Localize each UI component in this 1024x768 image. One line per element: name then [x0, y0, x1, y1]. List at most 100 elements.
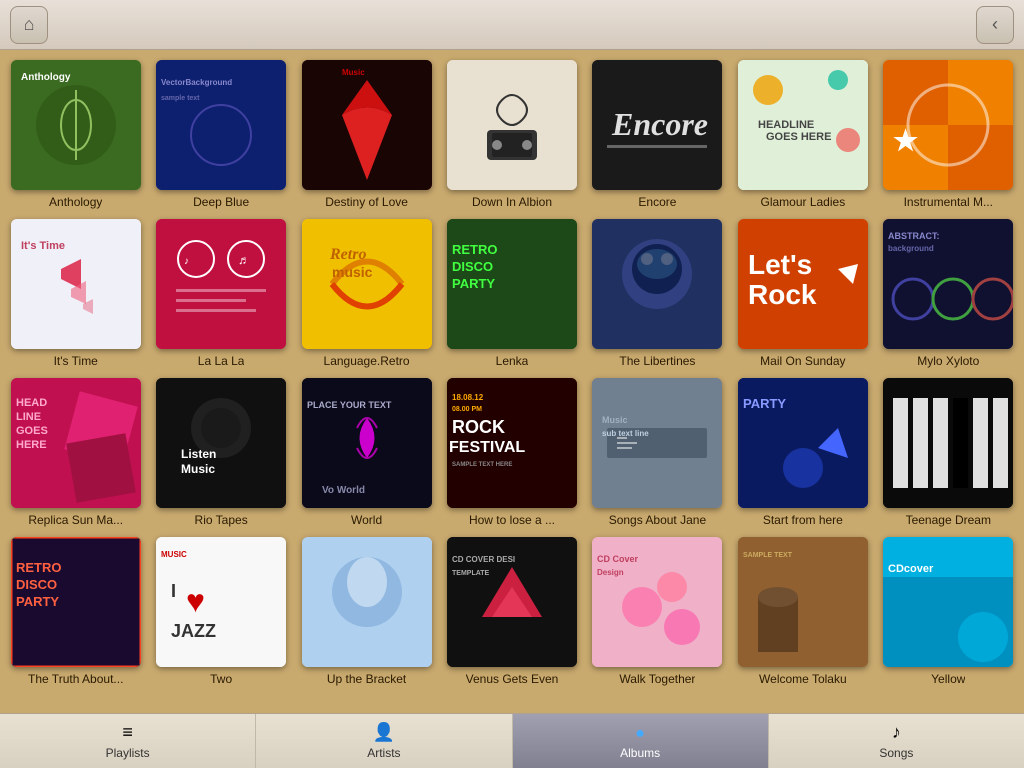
album-label-language: Language.Retro — [324, 354, 410, 368]
album-cover-teenage — [883, 378, 1013, 508]
svg-text:18.08.12: 18.08.12 — [452, 393, 484, 402]
album-cover-yellow: CDcover — [883, 537, 1013, 667]
album-item-glamour[interactable]: HEADLINE GOES HERE Glamour Ladies — [735, 60, 870, 209]
nav-item-playlists[interactable]: ≡ Playlists — [0, 714, 256, 768]
svg-text:Rock: Rock — [748, 279, 817, 310]
album-cover-instrumental: ★ — [883, 60, 1013, 190]
svg-text:sample text: sample text — [161, 95, 200, 102]
album-label-up-bracket: Up the Bracket — [327, 672, 406, 686]
album-label-two: Two — [210, 672, 232, 686]
svg-text:PARTY: PARTY — [452, 276, 495, 291]
album-label-its-time: It's Time — [54, 354, 98, 368]
album-item-rock-festival[interactable]: 18.08.12 08.00 PM ROCK FESTIVAL SAMPLE T… — [444, 378, 579, 527]
svg-text:FESTIVAL: FESTIVAL — [449, 439, 525, 456]
svg-text:PARTY: PARTY — [16, 594, 59, 609]
album-label-yellow: Yellow — [931, 672, 965, 686]
album-item-libertines[interactable]: The Libertines — [590, 219, 725, 368]
album-item-instrumental[interactable]: ★ Instrumental M... — [881, 60, 1016, 209]
svg-text:DISCO: DISCO — [452, 259, 493, 274]
album-item-venus[interactable]: CD COVER DESI TEMPLATE Venus Gets Even — [444, 537, 579, 686]
svg-text:ROCK: ROCK — [452, 417, 505, 437]
album-item-mylo[interactable]: ABSTRACT: background Mylo Xyloto — [881, 219, 1016, 368]
back-button[interactable]: ‹ — [976, 6, 1014, 44]
album-item-two[interactable]: MUSIC I ♥ JAZZ Two — [153, 537, 288, 686]
nav-label-songs: Songs — [879, 746, 913, 760]
album-cover-rio: Listen Music — [156, 378, 286, 508]
album-label-libertines: The Libertines — [619, 354, 695, 368]
album-item-mail-sunday[interactable]: Let's Rock Mail On Sunday — [735, 219, 870, 368]
album-item-down-albion[interactable]: Down In Albion — [444, 60, 579, 209]
album-cover-language: Retro music — [302, 219, 432, 349]
album-label-rock-festival: How to lose a ... — [469, 513, 555, 527]
album-item-anthology[interactable]: Anthology Anthology — [8, 60, 143, 209]
album-item-lenka[interactable]: RETRO DISCO PARTY Lenka — [444, 219, 579, 368]
album-item-walk[interactable]: CD Cover Design Walk Together — [590, 537, 725, 686]
svg-text:GOES HERE: GOES HERE — [766, 131, 831, 143]
nav-label-albums: Albums — [620, 746, 660, 760]
svg-text:Music: Music — [602, 415, 628, 425]
album-cover-glamour: HEADLINE GOES HERE — [738, 60, 868, 190]
album-item-encore[interactable]: Encore Encore — [590, 60, 725, 209]
svg-text:HERE: HERE — [16, 439, 47, 451]
nav-label-artists: Artists — [367, 746, 400, 760]
svg-text:Listen: Listen — [181, 447, 216, 461]
svg-text:I: I — [171, 581, 176, 601]
svg-text:It's Time: It's Time — [21, 240, 65, 252]
album-label-instrumental: Instrumental M... — [904, 195, 993, 209]
album-cover-anthology: Anthology — [11, 60, 141, 190]
album-item-world[interactable]: PLACE YOUR TEXT Vo World World — [299, 378, 434, 527]
album-cover-deep-blue: VectorBackground sample text — [156, 60, 286, 190]
album-item-la-la-la[interactable]: ♪ ♬ La La La — [153, 219, 288, 368]
svg-text:SAMPLE TEXT: SAMPLE TEXT — [743, 552, 793, 559]
home-button[interactable]: ⌂ — [10, 6, 48, 44]
album-item-welcome[interactable]: SAMPLE TEXT Welcome Tolaku — [735, 537, 870, 686]
svg-text:HEADLINE: HEADLINE — [758, 119, 814, 131]
album-cover-start-here: PARTY — [738, 378, 868, 508]
album-label-lenka: Lenka — [496, 354, 529, 368]
svg-text:♥: ♥ — [186, 583, 205, 619]
album-item-destiny[interactable]: Music Destiny of Love — [299, 60, 434, 209]
album-cover-libertines — [592, 219, 722, 349]
svg-text:Let's: Let's — [748, 249, 812, 280]
album-label-glamour: Glamour Ladies — [760, 195, 845, 209]
album-label-la-la-la: La La La — [198, 354, 245, 368]
album-cover-truth: RETRO DISCO PARTY — [11, 537, 141, 667]
album-item-its-time[interactable]: It's Time It's Time — [8, 219, 143, 368]
album-item-yellow[interactable]: CDcover Yellow — [881, 537, 1016, 686]
albums-grid: Anthology Anthology VectorBackground sam… — [8, 60, 1016, 686]
album-item-truth[interactable]: RETRO DISCO PARTY The Truth About... — [8, 537, 143, 686]
album-label-anthology: Anthology — [49, 195, 102, 209]
album-item-songs-jane[interactable]: Music sub text line Songs About Jane — [590, 378, 725, 527]
album-item-teenage[interactable]: Teenage Dream — [881, 378, 1016, 527]
svg-text:Music: Music — [181, 462, 215, 476]
nav-item-artists[interactable]: 👤 Artists — [256, 714, 512, 768]
playlists-icon: ≡ — [122, 722, 133, 743]
nav-item-songs[interactable]: ♪ Songs — [769, 714, 1024, 768]
album-item-replica[interactable]: HEAD LINE GOES HERE Replica Sun Ma... — [8, 378, 143, 527]
svg-text:08.00 PM: 08.00 PM — [452, 406, 482, 413]
album-label-welcome: Welcome Tolaku — [759, 672, 847, 686]
svg-text:RETRO: RETRO — [452, 242, 498, 257]
album-cover-la-la-la: ♪ ♬ — [156, 219, 286, 349]
svg-text:ABSTRACT:: ABSTRACT: — [888, 231, 940, 241]
album-cover-walk: CD Cover Design — [592, 537, 722, 667]
svg-text:SAMPLE TEXT HERE: SAMPLE TEXT HERE — [452, 462, 512, 468]
album-label-deep-blue: Deep Blue — [193, 195, 249, 209]
svg-text:★: ★ — [893, 125, 918, 156]
albums-main: Anthology Anthology VectorBackground sam… — [0, 50, 1024, 713]
svg-text:PLACE YOUR TEXT: PLACE YOUR TEXT — [307, 400, 392, 410]
svg-text:background: background — [888, 244, 934, 253]
svg-text:♬: ♬ — [238, 253, 250, 267]
album-item-start-here[interactable]: PARTY Start from here — [735, 378, 870, 527]
album-item-deep-blue[interactable]: VectorBackground sample text Deep Blue — [153, 60, 288, 209]
album-item-rio[interactable]: Listen Music Rio Tapes — [153, 378, 288, 527]
svg-text:HEAD: HEAD — [16, 397, 47, 409]
album-label-truth: The Truth About... — [28, 672, 123, 686]
album-item-language[interactable]: Retro music Language.Retro — [299, 219, 434, 368]
artists-icon: 👤 — [373, 722, 395, 743]
album-cover-rock-festival: 18.08.12 08.00 PM ROCK FESTIVAL SAMPLE T… — [447, 378, 577, 508]
album-label-start-here: Start from here — [763, 513, 843, 527]
nav-item-albums[interactable]: ● Albums — [513, 714, 769, 768]
svg-text:Music: Music — [342, 68, 365, 77]
album-item-up-bracket[interactable]: Up the Bracket — [299, 537, 434, 686]
